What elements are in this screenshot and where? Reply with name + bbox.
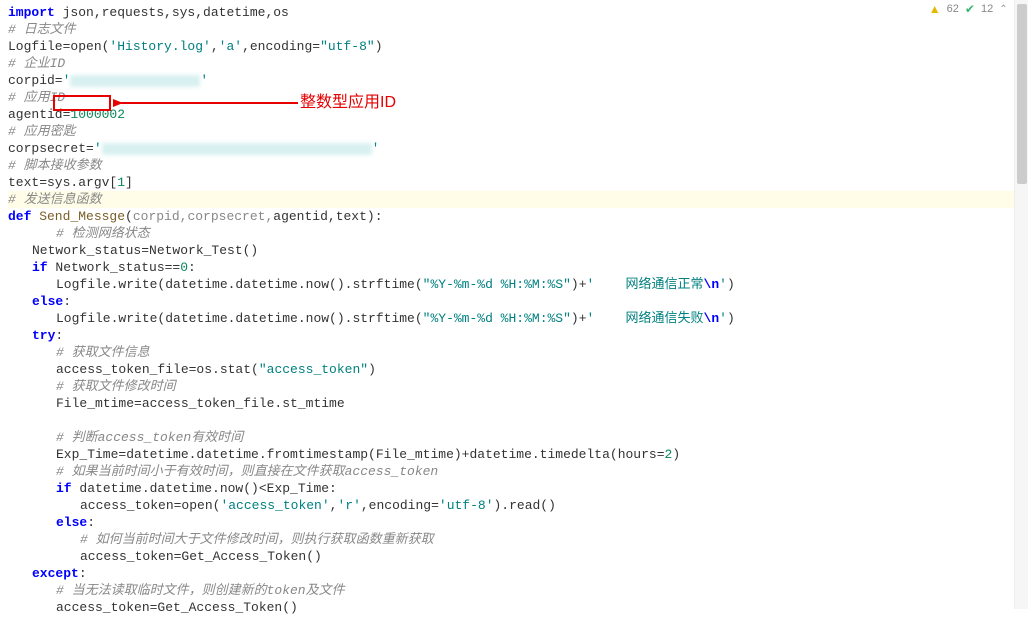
code-line: # 获取文件信息 [8,344,1028,361]
code-line: Exp_Time=datetime.datetime.fromtimestamp… [8,446,1028,463]
code-line: # 发送信息函数 [8,191,1028,208]
code-line: except: [8,565,1028,582]
code-line: else: [8,514,1028,531]
code-line: try: [8,327,1028,344]
code-line: Network_status=Network_Test() [8,242,1028,259]
code-line: # 脚本接收参数 [8,157,1028,174]
code-line: else: [8,293,1028,310]
code-line: # 应用ID [8,89,1028,106]
code-line: # 当无法读取临时文件，则创建新的token及文件 [8,582,1028,599]
code-line: Logfile=open('History.log','a',encoding=… [8,38,1028,55]
code-line: text=sys.argv[1] [8,174,1028,191]
code-line: access_token=Get_Access_Token() [8,599,1028,616]
code-line: # 获取文件修改时间 [8,378,1028,395]
code-line: agentid=1000002 [8,106,1028,123]
code-line: corpid='' [8,72,1028,89]
code-line: if Network_status==0: [8,259,1028,276]
code-line: # 判断access_token有效时间 [8,429,1028,446]
code-line: Logfile.write(datetime.datetime.now().st… [8,310,1028,327]
code-line [8,412,1028,429]
redacted-text [70,75,200,87]
code-line: # 应用密匙 [8,123,1028,140]
code-line: # 企业ID [8,55,1028,72]
code-line: access_token=open('access_token','r',enc… [8,497,1028,514]
code-line: # 检测网络状态 [8,225,1028,242]
code-line: def Send_Messge(corpid,corpsecret,agenti… [8,208,1028,225]
code-line: import json,requests,sys,datetime,os [8,4,1028,21]
code-line: access_token_file=os.stat("access_token"… [8,361,1028,378]
code-line: Logfile.write(datetime.datetime.now().st… [8,276,1028,293]
code-line: # 日志文件 [8,21,1028,38]
code-line: # 如何当前时间大于文件修改时间，则执行获取函数重新获取 [8,531,1028,548]
vertical-scrollbar[interactable] [1014,0,1028,609]
code-line: corpsecret='' [8,140,1028,157]
code-line: access_token=Get_Access_Token() [8,548,1028,565]
scrollbar-thumb[interactable] [1017,4,1027,184]
redacted-text [102,143,372,155]
code-line: if datetime.datetime.now()<Exp_Time: [8,480,1028,497]
code-line: File_mtime=access_token_file.st_mtime [8,395,1028,412]
code-line: # 如果当前时间小于有效时间，则直接在文件获取access_token [8,463,1028,480]
code-editor[interactable]: import json,requests,sys,datetime,os # 日… [0,0,1028,620]
